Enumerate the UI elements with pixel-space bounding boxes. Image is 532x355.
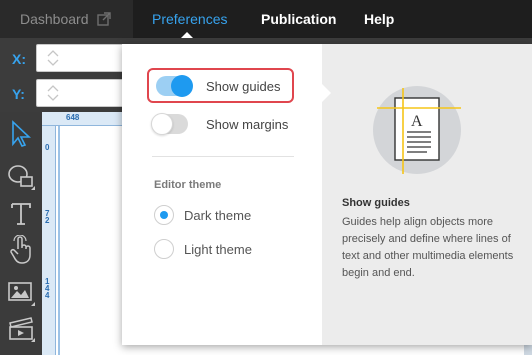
ruler-left-value-144: 144 (45, 277, 50, 300)
ruler-left-value-72: 72 (45, 209, 50, 225)
show-margins-toggle-row[interactable]: Show margins (151, 113, 289, 135)
ruler-left-value-0: 0 (45, 143, 50, 152)
interaction-tool[interactable] (5, 234, 37, 266)
show-guides-toggle[interactable] (156, 75, 193, 97)
y-input[interactable] (36, 79, 136, 107)
nav-dashboard-label: Dashboard (20, 11, 89, 27)
external-link-icon (96, 12, 111, 26)
text-icon (11, 203, 31, 225)
nav-publication[interactable]: Publication (261, 0, 336, 38)
show-guides-toggle-row[interactable]: Show guides (156, 75, 281, 97)
nav-dashboard[interactable]: Dashboard (0, 0, 133, 38)
nav-help[interactable]: Help (364, 0, 394, 38)
dark-theme-option[interactable]: Dark theme (154, 205, 251, 225)
info-title: Show guides (342, 197, 410, 209)
video-tool[interactable] (5, 312, 37, 344)
x-label: X: (12, 51, 26, 67)
video-tool-expander (31, 338, 35, 342)
guide-line-vertical (58, 126, 60, 355)
svg-text:A: A (411, 113, 423, 130)
image-tool-expander (31, 302, 35, 306)
show-guides-label: Show guides (206, 78, 281, 94)
light-theme-radio[interactable] (154, 239, 174, 259)
guides-illustration-icon: A (373, 86, 461, 174)
image-tool[interactable] (5, 276, 37, 308)
light-theme-label: Light theme (184, 241, 252, 257)
shape-tool[interactable] (5, 160, 37, 192)
divider (152, 156, 294, 157)
radio-dot (160, 211, 168, 219)
x-input[interactable] (36, 44, 136, 72)
select-tool[interactable] (5, 118, 37, 150)
shape-tool-expander (31, 186, 35, 190)
y-spinner-icon[interactable] (45, 83, 61, 103)
info-pointer (322, 84, 331, 102)
show-margins-toggle[interactable] (151, 113, 188, 135)
dark-theme-radio[interactable] (154, 205, 174, 225)
left-toolbox (0, 112, 42, 355)
hand-pointer-icon (10, 235, 31, 264)
info-description: Guides help align objects more precisely… (342, 216, 514, 279)
top-nav-bar: Dashboard Preferences Publication Help (0, 0, 532, 39)
ruler-left: 0 72 144 (42, 126, 56, 355)
image-icon (8, 282, 32, 301)
toggle-knob (151, 113, 173, 135)
show-margins-label: Show margins (206, 116, 289, 132)
dark-theme-label: Dark theme (184, 207, 252, 223)
x-spinner-icon[interactable] (45, 48, 61, 68)
select-arrow-icon (12, 120, 32, 147)
light-theme-option[interactable]: Light theme (154, 239, 252, 259)
editor-theme-label: Editor theme (154, 179, 222, 191)
toggle-knob (171, 75, 193, 97)
text-tool[interactable] (5, 198, 37, 230)
ruler-top-value: 648 (66, 113, 80, 122)
y-label: Y: (12, 86, 25, 102)
preferences-dropdown: Show guides Show margins Editor theme Da… (122, 44, 532, 345)
